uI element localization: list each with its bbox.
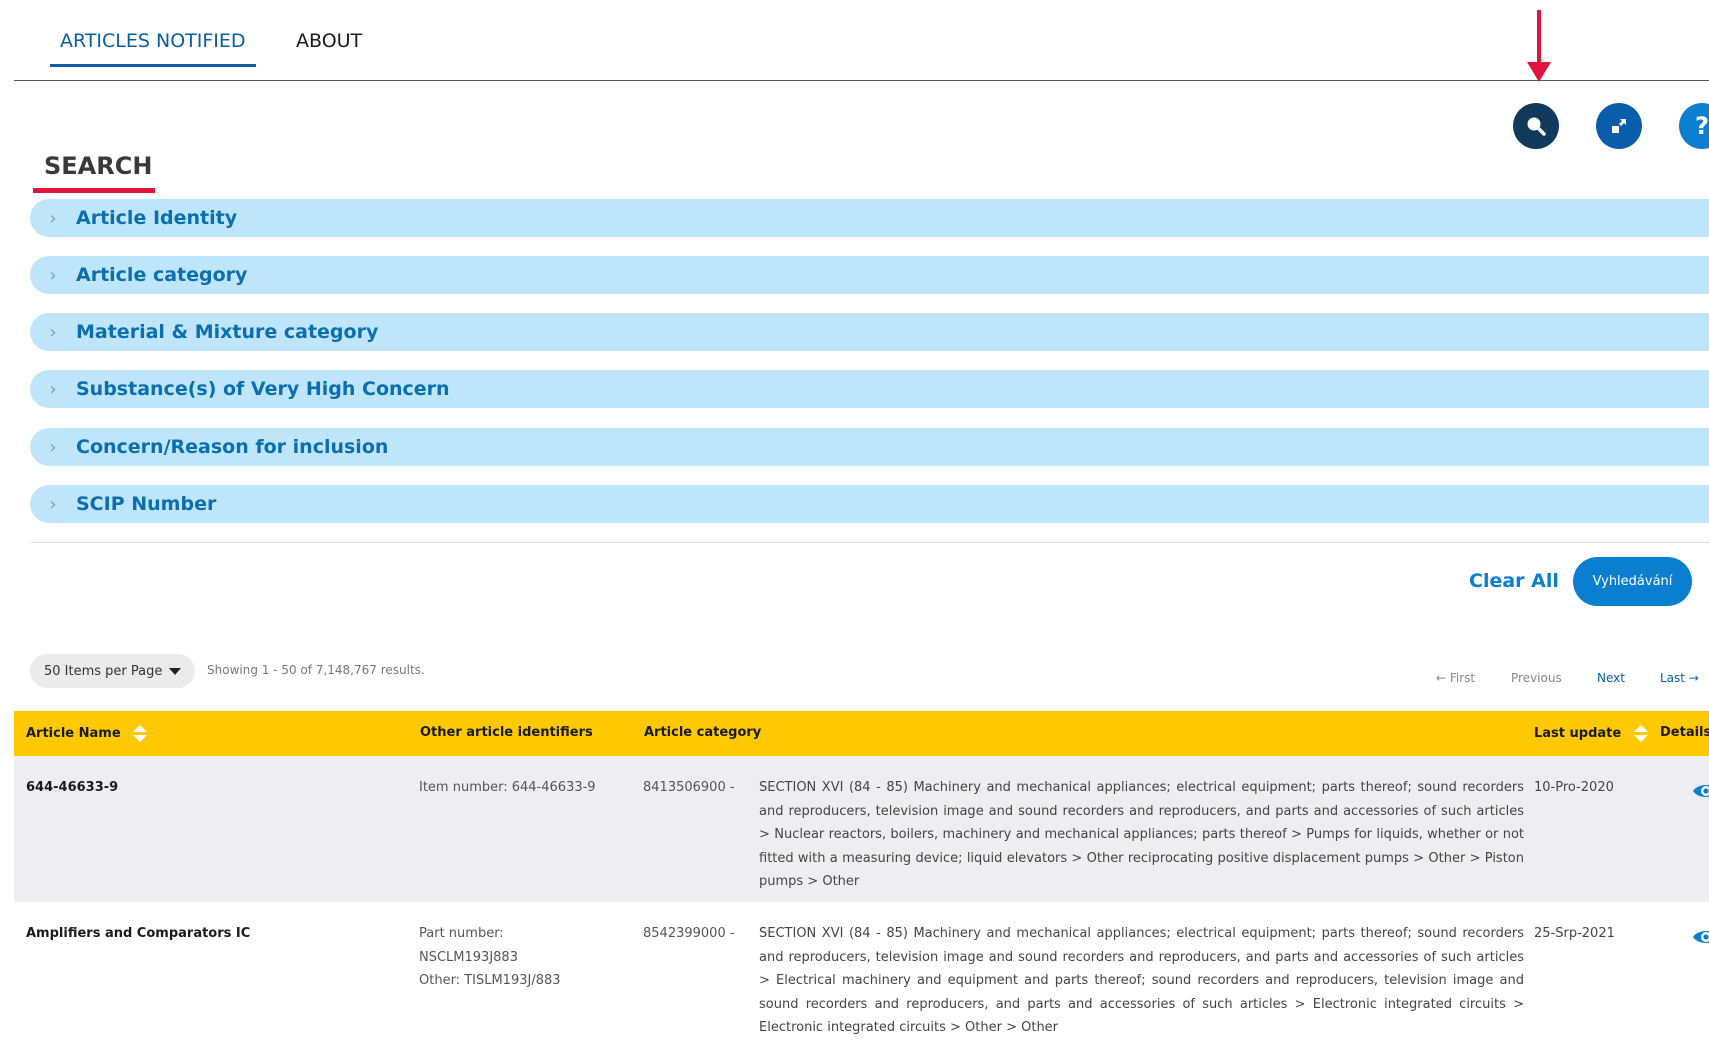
pager-last[interactable]: Last → [1660, 671, 1699, 685]
pager-previous[interactable]: Previous [1511, 671, 1562, 685]
identifier-line: NSCLM193J883 [419, 949, 518, 965]
accordion-label: Material & Mixture category [76, 321, 379, 343]
accordion-label: Substance(s) of Very High Concern [76, 378, 450, 400]
other-identifiers: Part number: NSCLM193J883 Other: TISLM19… [419, 922, 619, 993]
top-tabs: ARTICLES NOTIFIED ABOUT [14, 0, 1709, 81]
chevron-right-icon: › [49, 264, 57, 286]
tab-about[interactable]: ABOUT [286, 30, 372, 64]
article-name: Amplifiers and Comparators IC [26, 926, 251, 941]
accordion-scip-number[interactable]: › SCIP Number [30, 485, 1709, 523]
chevron-right-icon: › [49, 321, 57, 343]
search-icon [1527, 117, 1546, 136]
eye-icon[interactable] [1692, 782, 1709, 800]
article-name: 644-46633-9 [26, 780, 119, 795]
search-submit-button[interactable]: Vyhledávání [1573, 557, 1692, 606]
table-row: 644-46633-9 Item number: 644-46633-9 841… [14, 756, 1709, 902]
table-header: Article Name Other article identifiers A… [14, 711, 1709, 756]
section-divider [30, 542, 1709, 543]
chevron-right-icon: › [49, 493, 57, 515]
column-article-name[interactable]: Article Name [26, 725, 148, 742]
category-code: 8542399000 - [643, 926, 735, 941]
help-button[interactable]: ? [1679, 103, 1709, 149]
category-description: SECTION XVI (84 - 85) Machinery and mech… [759, 926, 1524, 1035]
accordion-article-identity[interactable]: › Article Identity [30, 199, 1709, 237]
search-title: SEARCH [44, 152, 153, 180]
accordion-label: SCIP Number [76, 493, 217, 515]
chevron-right-icon: › [49, 436, 57, 458]
chevron-right-icon: › [49, 207, 57, 229]
eye-icon[interactable] [1692, 928, 1709, 946]
column-details: Details [1660, 725, 1709, 740]
identifier-line: Part number: [419, 926, 504, 941]
identifier-line: Other: TISLM193J/883 [419, 973, 561, 988]
caret-down-icon [169, 667, 182, 675]
other-identifiers: Item number: 644-46633-9 [419, 776, 619, 800]
category-description: SECTION XVI (84 - 85) Machinery and mech… [759, 780, 1524, 889]
column-last-update[interactable]: Last update [1534, 725, 1648, 742]
items-per-page-label: 50 Items per Page [44, 663, 163, 679]
sort-icon[interactable] [1633, 725, 1648, 742]
category-code: 8413506900 - [643, 780, 735, 795]
help-icon: ? [1695, 112, 1709, 140]
accordion-label: Article Identity [76, 207, 238, 229]
accordion-label: Concern/Reason for inclusion [76, 436, 389, 458]
search-toggle-button[interactable] [1513, 103, 1559, 149]
clear-all-link[interactable]: Clear All [1469, 570, 1559, 592]
expand-button[interactable] [1596, 103, 1642, 149]
pager-first[interactable]: ← First [1436, 671, 1475, 685]
table-row: Amplifiers and Comparators IC Part numbe… [14, 902, 1709, 1035]
last-update-date: 10-Pro-2020 [1534, 780, 1614, 795]
expand-icon [1612, 119, 1626, 133]
accordion-concern-reason[interactable]: › Concern/Reason for inclusion [30, 428, 1709, 466]
tab-articles-notified[interactable]: ARTICLES NOTIFIED [50, 30, 256, 67]
annotation-arrow-head [1527, 62, 1551, 82]
accordion-article-category[interactable]: › Article category [30, 256, 1709, 294]
identifier-line: Item number: 644-46633-9 [419, 780, 596, 795]
column-label: Last update [1534, 726, 1622, 741]
column-label: Article Name [26, 726, 121, 741]
column-article-category: Article category [644, 725, 762, 740]
accordion-svhc[interactable]: › Substance(s) of Very High Concern [30, 370, 1709, 408]
items-per-page-dropdown[interactable]: 50 Items per Page [30, 654, 196, 688]
accordion-label: Article category [76, 264, 248, 286]
pager-next[interactable]: Next [1597, 671, 1625, 685]
accordion-material-mixture-category[interactable]: › Material & Mixture category [30, 313, 1709, 351]
chevron-right-icon: › [49, 378, 57, 400]
search-title-underline [33, 188, 155, 193]
last-update-date: 25-Srp-2021 [1534, 926, 1615, 941]
annotation-arrow-shaft [1537, 10, 1541, 66]
results-count: Showing 1 - 50 of 7,148,767 results. [207, 663, 425, 677]
sort-icon[interactable] [133, 725, 148, 742]
column-other-identifiers: Other article identifiers [420, 725, 593, 740]
